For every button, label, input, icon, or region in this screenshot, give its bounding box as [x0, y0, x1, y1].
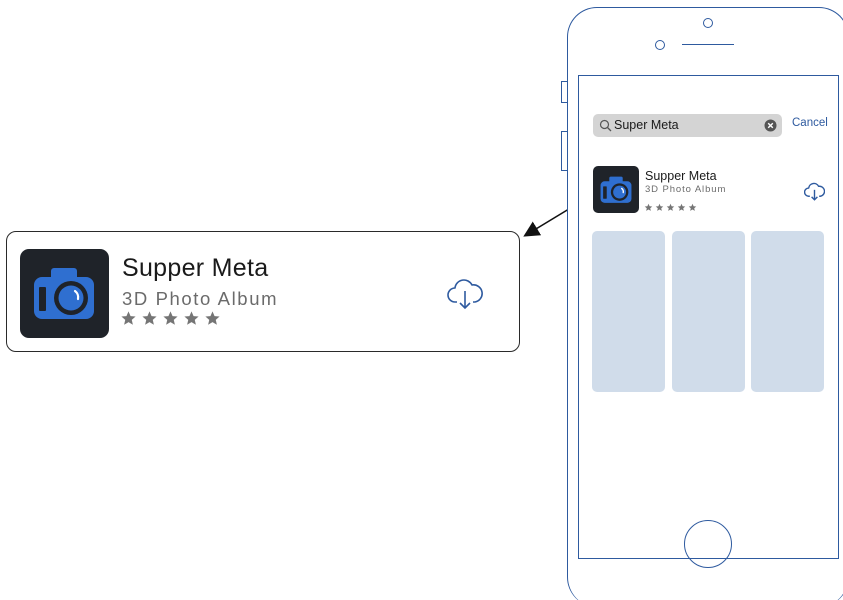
home-button[interactable] — [684, 520, 732, 568]
clear-icon[interactable] — [764, 119, 777, 132]
camera-icon — [34, 268, 94, 319]
camera-icon — [600, 176, 632, 203]
star-icon — [677, 199, 686, 211]
result-rating-stars — [644, 199, 697, 211]
screenshot-placeholder[interactable] — [592, 231, 665, 392]
cancel-button[interactable]: Cancel — [792, 117, 828, 129]
star-icon — [655, 199, 664, 211]
phone-sensor — [655, 40, 665, 50]
star-icon — [666, 199, 675, 211]
result-app-subtitle: 3D Photo Album — [645, 184, 727, 195]
search-input[interactable]: Super Meta — [593, 114, 782, 137]
star-icon — [644, 199, 653, 211]
front-camera — [703, 18, 713, 28]
screenshot-placeholder[interactable] — [751, 231, 824, 392]
app-subtitle: 3D Photo Album — [122, 288, 279, 309]
phone-speaker — [682, 44, 734, 45]
cloud-download-icon[interactable] — [804, 181, 825, 201]
app-icon — [20, 249, 109, 338]
search-query: Super Meta — [614, 118, 679, 132]
star-icon — [183, 310, 200, 327]
star-icon — [162, 310, 179, 327]
app-result-callout[interactable]: Supper Meta 3D Photo Album — [6, 231, 520, 352]
star-icon — [688, 199, 697, 211]
star-icon — [141, 310, 158, 327]
screenshot-placeholder[interactable] — [672, 231, 745, 392]
star-icon — [120, 310, 137, 327]
result-app-name[interactable]: Supper Meta — [645, 169, 717, 183]
cloud-download-icon[interactable] — [447, 276, 483, 310]
star-icon — [204, 310, 221, 327]
result-app-icon[interactable] — [593, 166, 639, 213]
search-icon — [599, 119, 612, 132]
rating-stars — [120, 310, 221, 327]
app-name: Supper Meta — [122, 254, 269, 282]
